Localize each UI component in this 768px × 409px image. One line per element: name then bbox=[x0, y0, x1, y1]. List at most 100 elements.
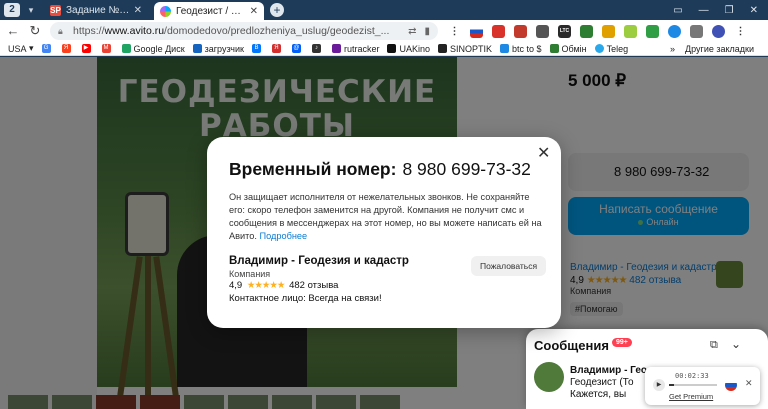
music-icon: ♪ bbox=[311, 44, 321, 53]
ya-icon: Я bbox=[271, 44, 281, 53]
rutracker-icon bbox=[331, 44, 341, 53]
puzzle-icon[interactable] bbox=[690, 24, 703, 38]
other-bookmarks[interactable]: Другие закладки bbox=[685, 44, 754, 54]
messages-title[interactable]: Сообщения 99+ bbox=[534, 338, 632, 353]
bookmarks-bar: USA ▾ G Я ▶ M Google Диск загрузчик B Я … bbox=[0, 42, 768, 56]
close-icon[interactable]: ✕ bbox=[750, 5, 758, 16]
exchange-icon bbox=[549, 44, 559, 53]
youtube-icon: ▶ bbox=[81, 44, 91, 53]
minimize-icon[interactable]: — bbox=[699, 5, 709, 16]
close-icon[interactable]: ✕ bbox=[134, 5, 142, 16]
tab-bar: 2 ▾ SP Задание №2967964 - про ✕ Геодезис… bbox=[0, 0, 768, 20]
rating-stars-icon: ★★★★★ bbox=[246, 280, 286, 291]
modal-description: Он защищает исполнителя от нежелательных… bbox=[229, 192, 542, 241]
tab-task[interactable]: SP Задание №2967964 - про ✕ bbox=[44, 1, 148, 19]
tab-counter[interactable]: 2 bbox=[4, 3, 20, 17]
vk-icon: B bbox=[251, 44, 261, 53]
bookmark-gmail[interactable]: M bbox=[101, 44, 114, 53]
drive-icon bbox=[121, 44, 131, 53]
tab-title: Геодезист / Топосъем bbox=[176, 5, 246, 17]
extension-icon[interactable] bbox=[668, 24, 681, 38]
reload-icon[interactable]: ↻ bbox=[26, 22, 44, 40]
flag-ru-icon[interactable] bbox=[725, 379, 737, 391]
profile-icon[interactable] bbox=[712, 24, 725, 38]
complain-button[interactable]: Пожаловаться bbox=[471, 256, 547, 276]
recording-time: 00:02:33 bbox=[675, 372, 709, 380]
avito-favicon-icon bbox=[160, 5, 171, 17]
extension-icon[interactable] bbox=[602, 24, 615, 38]
new-tab-button[interactable]: + bbox=[270, 3, 284, 17]
modal-title: Временный номер: 8 980 699-73-32 bbox=[229, 159, 531, 179]
more-info-link[interactable]: Подробнее bbox=[259, 231, 307, 241]
modal-seller-rating: 4,9 ★★★★★ 482 отзыва bbox=[229, 280, 339, 291]
bookmark-telegram[interactable]: Teleg bbox=[594, 44, 628, 54]
bookmarks-right: » Другие закладки bbox=[670, 44, 768, 54]
dropdown-icon: ▾ bbox=[26, 43, 34, 53]
bookmark-yandex[interactable]: Я bbox=[61, 44, 74, 53]
extension-icon[interactable] bbox=[624, 24, 637, 38]
address-bar: ← ↻ 🔒︎ https://www.avito.ru/domodedovo/p… bbox=[0, 20, 768, 42]
close-icon[interactable]: ✕ bbox=[745, 378, 753, 389]
download-icon bbox=[192, 44, 202, 53]
tab-avito[interactable]: Геодезист / Топосъем ✕ bbox=[154, 2, 264, 20]
chevron-down-icon[interactable]: ⌄ bbox=[731, 337, 741, 351]
lock-icon: 🔒︎ bbox=[58, 25, 63, 36]
close-icon[interactable]: ✕ bbox=[537, 146, 550, 162]
telegram-icon bbox=[594, 44, 604, 53]
recording-progress[interactable] bbox=[669, 384, 717, 386]
bookmark-vk[interactable]: B bbox=[251, 44, 264, 53]
uakino-icon bbox=[387, 44, 397, 53]
bookmark-rutracker[interactable]: rutracker bbox=[331, 44, 379, 54]
modal-contact-person: Контактное лицо: Всегда на связи! bbox=[229, 293, 382, 304]
bookmark-sinoptik[interactable]: SINOPTIK bbox=[437, 44, 492, 54]
modal-seller-type: Компания bbox=[229, 269, 271, 279]
url-text: https://www.avito.ru/domodedovo/predlozh… bbox=[73, 25, 390, 37]
chat-avatar[interactable] bbox=[534, 362, 564, 392]
extension-icon[interactable] bbox=[580, 24, 593, 38]
adblock-icon[interactable] bbox=[492, 24, 505, 38]
bookmark-youtube[interactable]: ▶ bbox=[81, 44, 94, 53]
flag-ru-icon[interactable] bbox=[470, 24, 483, 38]
chevron-down-icon[interactable]: ▾ bbox=[24, 3, 38, 17]
ltc-icon[interactable]: LTC bbox=[558, 24, 571, 38]
bookmark-manager-icon[interactable]: ▭ bbox=[673, 5, 682, 16]
gmail-icon: M bbox=[101, 44, 111, 53]
bookmark-downloader[interactable]: загрузчик bbox=[192, 44, 244, 54]
get-premium-link[interactable]: Get Premium bbox=[669, 392, 713, 401]
bookmark-google-drive[interactable]: Google Диск bbox=[121, 44, 185, 54]
bookmark-mail[interactable]: @ bbox=[291, 44, 304, 53]
bookmark-exchange[interactable]: Обмін bbox=[549, 44, 587, 54]
audio-recorder-widget: 00:02:33 ▶ ✕ Get Premium bbox=[645, 367, 760, 405]
tab-title: Задание №2967964 - про bbox=[66, 4, 130, 16]
yandex-icon: Я bbox=[61, 44, 71, 53]
extension-icon[interactable] bbox=[514, 24, 527, 38]
open-external-icon[interactable]: ⧉ bbox=[710, 339, 718, 352]
url-input[interactable]: 🔒︎ https://www.avito.ru/domodedovo/predl… bbox=[50, 22, 438, 40]
extensions-bar: ⋮ LTC ⋮ bbox=[448, 24, 747, 38]
download-icon[interactable] bbox=[646, 24, 659, 38]
btc-icon bbox=[500, 44, 509, 53]
translate-icon[interactable]: ⇄ bbox=[408, 26, 416, 37]
bookmark-music[interactable]: ♪ bbox=[311, 44, 324, 53]
menu-icon[interactable]: ⋮ bbox=[448, 25, 461, 38]
bookmark-btc[interactable]: btc to $ bbox=[500, 44, 542, 54]
bookmarks-more[interactable]: » bbox=[670, 44, 675, 54]
mail-icon: @ bbox=[291, 44, 301, 53]
sp-favicon-icon: SP bbox=[50, 4, 61, 16]
play-icon[interactable]: ▶ bbox=[653, 379, 665, 391]
bookmark-icon[interactable]: ▮ bbox=[424, 26, 430, 37]
temporary-phone-number[interactable]: 8 980 699-73-32 bbox=[402, 159, 530, 179]
bookmark-ya[interactable]: Я bbox=[271, 44, 284, 53]
modal-seller-name: Владимир - Геодезия и кадастр bbox=[229, 255, 409, 267]
extension-icon[interactable] bbox=[536, 24, 549, 38]
unread-badge: 99+ bbox=[611, 338, 632, 347]
back-icon[interactable]: ← bbox=[4, 22, 22, 40]
maximize-icon[interactable]: ❐ bbox=[725, 5, 734, 16]
temporary-number-modal: Временный номер: 8 980 699-73-32 ✕ Он защ… bbox=[207, 137, 561, 328]
bookmark-google[interactable]: G bbox=[41, 44, 54, 53]
close-icon[interactable]: ✕ bbox=[250, 6, 258, 17]
google-icon: G bbox=[41, 44, 51, 53]
menu-icon[interactable]: ⋮ bbox=[734, 25, 747, 38]
bookmark-uakino[interactable]: UAKino bbox=[387, 44, 430, 54]
bookmark-usa[interactable]: USA ▾ bbox=[8, 43, 34, 54]
